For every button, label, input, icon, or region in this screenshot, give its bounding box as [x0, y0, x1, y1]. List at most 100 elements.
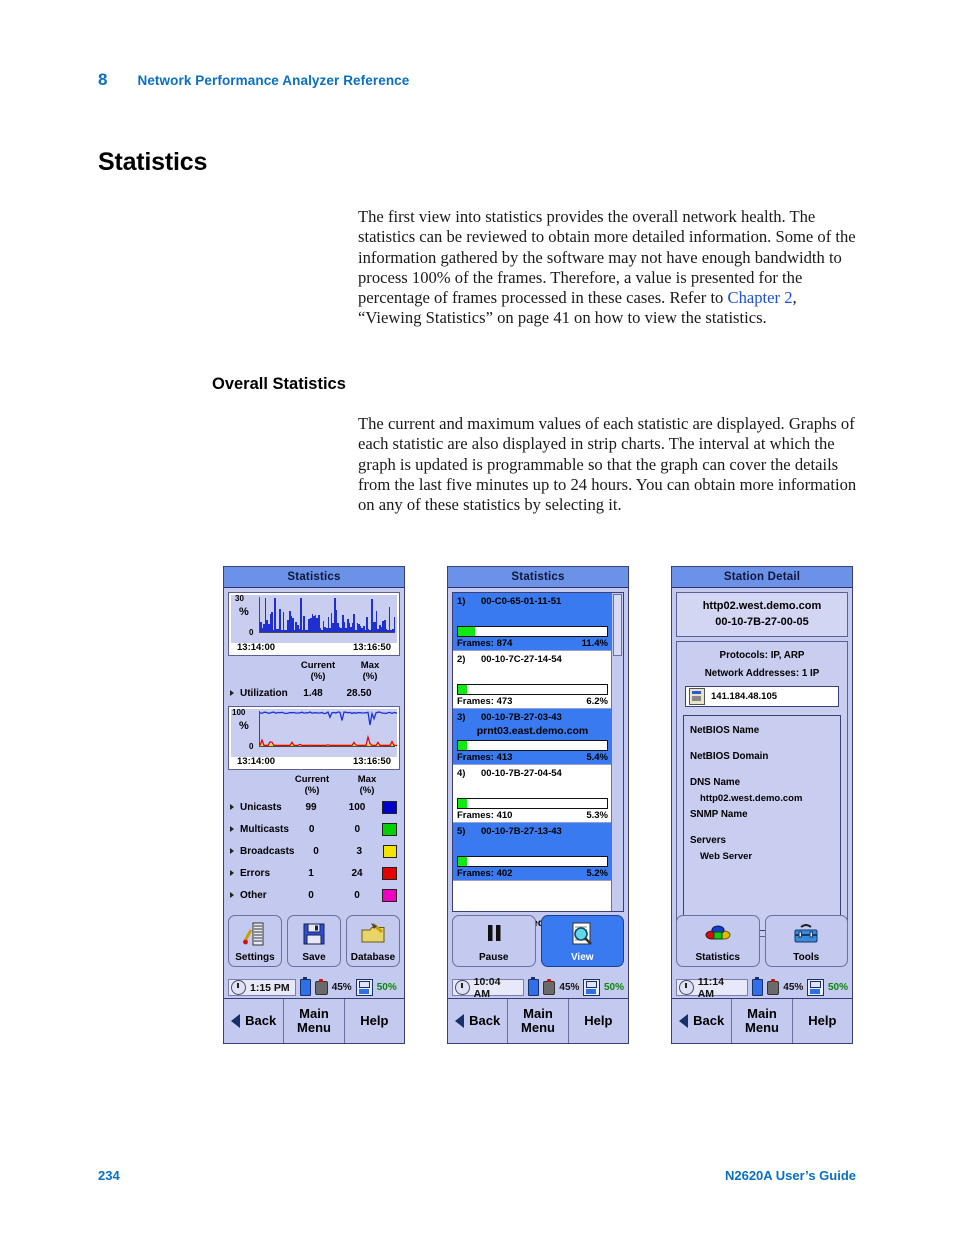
action-button-save[interactable]: Save [287, 915, 341, 967]
main-menu-label: Main Menu [297, 1006, 331, 1035]
device3-clock: 11:14 AM [676, 976, 748, 1000]
device3-status-bar: 11:14 AM 45% 50% [676, 976, 848, 1000]
station-list-items: 1) 00-C0-65-01-11-51 Frames: 874 11.4% 2) 00-… [453, 593, 623, 881]
table-row[interactable]: Broadcasts 0 3 [228, 840, 400, 862]
device2-action-buttons: Pause View [452, 915, 624, 967]
main-menu-label: Main Menu [745, 1006, 779, 1035]
list-item[interactable]: 3) 00-10-7B-27-03-43 prnt03.east.demo.com F… [453, 709, 612, 765]
list-item[interactable]: 4) 00-10-7B-27-04-54 Frames: 410 5.3% [453, 765, 612, 823]
stat-row-max: 100 [348, 801, 366, 813]
station-network-addresses-label: Network Addresses: 1 IP [704, 668, 820, 679]
stacked-disks-icon-wrap [705, 916, 731, 952]
stat-row-max: 0 [354, 823, 361, 835]
action-button-settings[interactable]: Settings [228, 915, 282, 967]
station-list-scrollbar[interactable] [611, 593, 623, 911]
help-button[interactable]: Help [569, 999, 628, 1043]
stat-row-color-swatch [382, 822, 398, 836]
stat-row-color-swatch [382, 844, 398, 858]
action-button-statistics[interactable]: Statistics [676, 915, 760, 967]
list-item-mac: 00-C0-65-01-11-51 [481, 596, 562, 607]
utilization-time-start: 13:14:00 [237, 642, 276, 653]
list-item-gauge-fill [458, 857, 467, 866]
device3-time: 11:14 AM [697, 975, 724, 1000]
pause-icon-wrap [481, 916, 507, 952]
subsection-title: Overall Statistics [212, 375, 346, 393]
main-menu-button[interactable]: Main Menu [284, 999, 345, 1043]
utilization-header-max: Max (%) [360, 660, 380, 682]
device3-body: http02.west.demo.com 00-10-7B-27-00-05 P… [672, 588, 852, 937]
device-screenshot-statistics-list: Statistics 1) 00-C0-65-01-11-51 Frames: 87… [447, 566, 629, 1044]
frame-types-time-axis: 13:14:00 13:16:50 [231, 756, 397, 767]
device1-status-bar: 1:15 PM 45% 50% [228, 976, 400, 997]
device2-battery-pct: 45% [559, 982, 580, 993]
table-row[interactable]: Multicasts 0 0 [228, 818, 400, 840]
list-item[interactable]: 1) 00-C0-65-01-11-51 Frames: 874 11.4% [453, 593, 612, 651]
utilization-chart-plot: 30 % 0 [231, 595, 397, 643]
frame-types-strip-chart[interactable]: 100 % 0 13:14:00 13:16:50 [228, 706, 400, 770]
list-item[interactable]: 2) 00-10-7C-27-14-54 Frames: 473 6.2% [453, 651, 612, 709]
chapter-2-link[interactable]: Chapter 2 [728, 288, 793, 307]
power-icon [542, 978, 556, 995]
utilization-strip-chart[interactable]: 30 % 0 13:14:00 13:16:50 [228, 592, 400, 656]
help-label: Help [360, 1013, 389, 1028]
magnifier-document-icon [572, 922, 593, 945]
stacked-disks-icon [705, 925, 731, 940]
stat-row-current: 0 [308, 823, 315, 835]
list-item-frames: Frames: 410 [457, 810, 513, 821]
action-button-pause[interactable]: Pause [452, 915, 536, 967]
back-button[interactable]: Back [672, 999, 733, 1043]
list-item-footer: Frames: 413 5.4% [453, 752, 612, 764]
back-button[interactable]: Back [224, 999, 285, 1043]
utilization-time-axis: 13:14:00 13:16:50 [231, 642, 397, 653]
list-item[interactable]: 5) 00-10-7B-27-13-43 Frames: 402 5.2% [453, 823, 612, 881]
action-button-database[interactable]: Database [346, 915, 400, 967]
stat-row-color-swatch [382, 866, 397, 880]
station-ip-address-field[interactable]: 141.184.48.105 [685, 686, 839, 707]
back-label: Back [245, 1013, 277, 1028]
settings-icon-wrap [242, 916, 268, 952]
device2-status-bar: 10:04 AM 45% 50% [452, 976, 624, 1000]
frame-types-time-end: 13:16:50 [352, 756, 391, 767]
device1-body: 30 % 0 13:14:00 13:16:50 Current (%) Max… [224, 588, 404, 906]
toolbox-icon-wrap [793, 916, 819, 952]
station-list[interactable]: 1) 00-C0-65-01-11-51 Frames: 874 11.4% 2) 00-… [452, 592, 624, 912]
station-host-box: http02.west.demo.com 00-10-7B-27-00-05 [676, 592, 848, 637]
table-row[interactable]: Errors 1 24 [228, 862, 400, 884]
device2-titlebar: Statistics [448, 567, 628, 588]
table-row[interactable]: Utilization 1.48 28.50 [228, 682, 400, 704]
help-button[interactable]: Help [345, 999, 404, 1043]
help-label: Help [808, 1013, 837, 1028]
station-protocols: Protocols: IP, ARP [719, 650, 805, 661]
utilization-bar [393, 616, 396, 632]
frame-types-table-header: Current (%) Max (%) [228, 770, 400, 796]
floppy-disk-icon-wrap [301, 916, 327, 952]
device1-battery-pct: 45% [331, 982, 352, 993]
footer-page-number: 234 [98, 1168, 120, 1183]
back-button[interactable]: Back [448, 999, 509, 1043]
stat-row-current: 0 [308, 889, 314, 901]
action-button-tools[interactable]: Tools [764, 915, 848, 967]
scrollbar-thumb[interactable] [613, 594, 622, 656]
frame-types-lines [259, 711, 397, 746]
utilization-bar [279, 608, 281, 632]
frame-types-table: Current (%) Max (%) Unicasts 99 100 Multicast… [228, 770, 400, 906]
station-info-list[interactable]: NetBIOS Name NetBIOS Domain DNS Name http02… [683, 715, 841, 931]
list-item-gauge-fill [458, 685, 468, 694]
utilization-bar [300, 598, 302, 632]
cf-card-icon [807, 979, 824, 996]
list-item-gauge-fill [458, 741, 467, 750]
action-button-view[interactable]: View [540, 915, 624, 967]
list-item-gauge [457, 798, 608, 809]
stat-row-current: 99 [305, 801, 317, 813]
station-detail-label: NetBIOS Domain [690, 751, 769, 762]
main-menu-button[interactable]: Main Menu [508, 999, 569, 1043]
page-title: Statistics [98, 148, 208, 176]
main-menu-button[interactable]: Main Menu [732, 999, 793, 1043]
table-row[interactable]: Other 0 0 [228, 884, 400, 906]
list-item-mac-row: 1) 00-C0-65-01-11-51 [453, 593, 612, 609]
device1-time: 1:15 PM [250, 981, 290, 994]
cf-card-icon [583, 979, 600, 996]
frame-types-time-start: 13:14:00 [237, 756, 276, 767]
table-row[interactable]: Unicasts 99 100 [228, 796, 400, 818]
help-button[interactable]: Help [793, 999, 852, 1043]
